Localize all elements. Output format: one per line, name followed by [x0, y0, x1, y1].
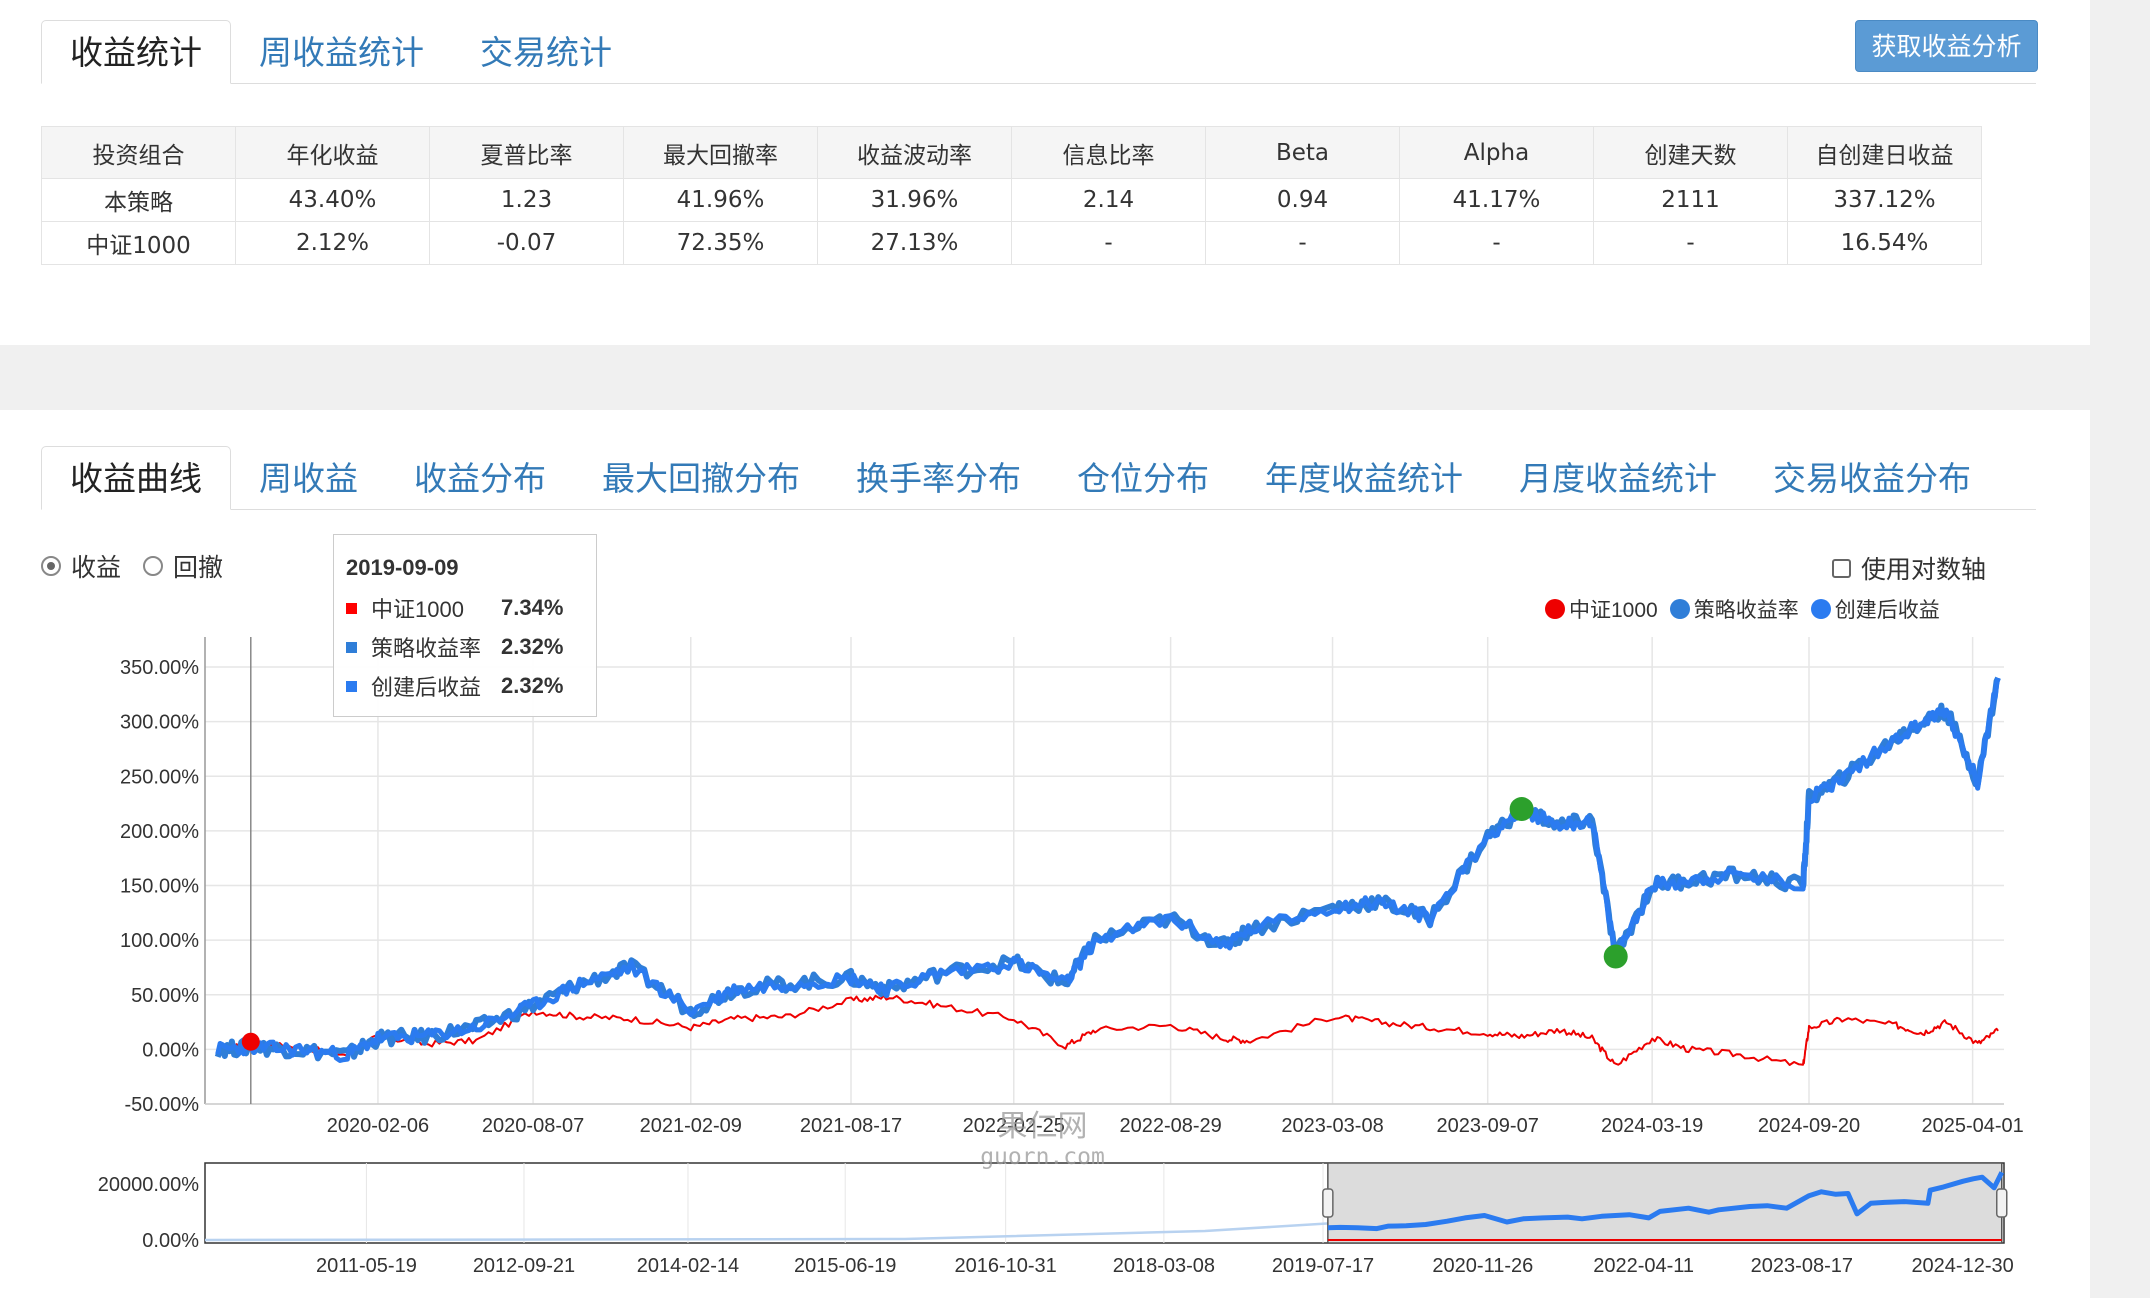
navigator-x-tick-label: 2016-10-31	[955, 1255, 1057, 1277]
y-tick-label: 0.00%	[142, 1039, 199, 1061]
series-swatch-icon	[346, 641, 357, 653]
navigator-x-tick-label: 2014-02-14	[637, 1255, 739, 1277]
tooltip-series-name: 策略收益率	[371, 636, 482, 661]
y-tick-label: 150.00%	[120, 876, 199, 898]
chart-legend: 中证1000 策略收益率 创建后收益	[1545, 594, 1940, 624]
series-line-post-creation	[215, 677, 2001, 1063]
tooltip-series-name: 创建后收益	[371, 675, 482, 700]
navigator-x-tick-label: 2023-08-17	[1751, 1255, 1853, 1277]
navigator-left-handle[interactable]	[1322, 1188, 1334, 1218]
x-tick-label: 2020-08-07	[482, 1115, 584, 1137]
x-tick-label: 2024-03-19	[1601, 1115, 1703, 1137]
navigator-x-tick-label: 2012-09-21	[473, 1255, 575, 1277]
y-tick-label: 100.00%	[120, 930, 199, 952]
tooltip-series-value: 2.32%	[501, 673, 564, 698]
navigator-right-handle[interactable]	[1996, 1188, 2008, 1218]
return-chart[interactable]: 350.00% 300.00% 250.00% 200.00% 150.00% 100.0…	[0, 0, 2090, 1298]
watermark-logo: 果仁网 guorn.com	[975, 1112, 1110, 1172]
navigator-y-tick-label: 20000.00%	[98, 1174, 199, 1196]
legend-item-strategy-return[interactable]: 策略收益率	[1669, 594, 1799, 624]
tab-return-stats[interactable]: 收益统计	[41, 20, 231, 84]
x-tick-label: 2025-04-01	[1921, 1115, 2023, 1137]
legend-dot-icon	[1545, 599, 1565, 619]
legend-label: 策略收益率	[1693, 599, 1799, 622]
watermark-subtext: guorn.com	[980, 1144, 1105, 1170]
tooltip-series-name: 中证1000	[371, 597, 464, 622]
navigator-x-tick-label: 2019-07-17	[1272, 1255, 1374, 1277]
x-tick-label: 2022-08-29	[1119, 1115, 1221, 1137]
legend-item-post-creation-return[interactable]: 创建后收益	[1810, 594, 1940, 624]
series-swatch-icon	[346, 680, 357, 692]
tooltip-row: 创建后收益 2.32%	[346, 670, 563, 702]
navigator-x-tick-label: 2024-12-30	[1911, 1255, 2013, 1277]
x-tick-label: 2023-09-07	[1437, 1115, 1539, 1137]
legend-label: 中证1000	[1569, 599, 1658, 622]
series-swatch-icon	[346, 602, 357, 614]
y-tick-label: 250.00%	[120, 766, 199, 788]
legend-dot-icon	[1810, 599, 1831, 619]
tab-return-curve[interactable]: 收益曲线	[41, 446, 231, 510]
x-tick-label: 2023-03-08	[1281, 1115, 1383, 1137]
hover-point-marker	[241, 1032, 260, 1051]
x-tick-label: 2024-09-20	[1758, 1115, 1860, 1137]
x-tick-label: 2021-02-09	[640, 1115, 742, 1137]
y-tick-label: 350.00%	[120, 657, 199, 679]
chart-tooltip: 2019-09-09 中证1000 7.34% 策略收益率 2.32% 创建后收…	[333, 534, 597, 717]
navigator-x-tick-label: 2022-04-11	[1593, 1255, 1694, 1277]
y-tick-label: 200.00%	[120, 821, 199, 843]
page-gutter	[2090, 0, 2150, 1298]
x-tick-label: 2020-02-06	[327, 1115, 429, 1137]
legend-dot-icon	[1669, 599, 1690, 619]
tooltip-row: 中证1000 7.34%	[346, 592, 563, 624]
navigator-x-tick-label: 2015-06-19	[794, 1255, 896, 1277]
min-point-marker	[1603, 944, 1628, 969]
series-line-csi1000	[217, 994, 1999, 1066]
legend-label: 创建后收益	[1834, 599, 1940, 622]
max-point-marker	[1509, 797, 1534, 822]
tooltip-series-value: 2.32%	[501, 634, 564, 659]
tooltip-date: 2019-09-09	[346, 555, 459, 580]
y-tick-label: 50.00%	[131, 985, 199, 1007]
tooltip-row: 策略收益率 2.32%	[346, 631, 563, 663]
navigator-x-tick-label: 2011-05-19	[316, 1255, 417, 1277]
navigator-x-tick-label: 2018-03-08	[1113, 1255, 1215, 1277]
y-tick-label: -50.00%	[125, 1094, 200, 1116]
legend-item-csi1000[interactable]: 中证1000	[1545, 594, 1658, 624]
watermark-text: 果仁网	[997, 1109, 1088, 1144]
navigator-y-tick-label: 0.00%	[142, 1230, 199, 1252]
navigator-x-tick-label: 2020-11-26	[1432, 1255, 1533, 1277]
x-tick-label: 2021-08-17	[800, 1115, 902, 1137]
tooltip-series-value: 7.34%	[501, 595, 564, 620]
y-tick-label: 300.00%	[120, 712, 199, 734]
